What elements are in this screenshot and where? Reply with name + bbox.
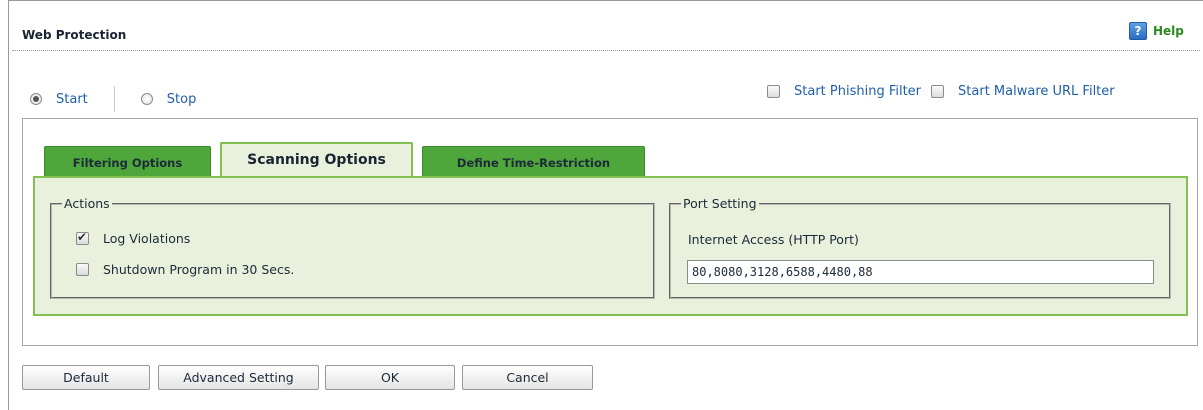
- tab-scanning-options[interactable]: Scanning Options: [220, 142, 413, 176]
- http-port-label: Internet Access (HTTP Port): [688, 232, 859, 247]
- tab-filtering-options[interactable]: Filtering Options: [44, 146, 211, 178]
- shutdown-label[interactable]: Shutdown Program in 30 Secs.: [103, 262, 294, 277]
- ok-button[interactable]: OK: [325, 365, 455, 390]
- shutdown-checkbox[interactable]: [76, 263, 89, 276]
- filter-checkboxes: Start Phishing Filter Start Malware URL …: [767, 84, 1115, 99]
- title-divider: [12, 50, 1200, 51]
- shutdown-option[interactable]: Shutdown Program in 30 Secs.: [76, 262, 294, 277]
- protection-mode-group: Start Stop: [30, 86, 196, 112]
- start-radio[interactable]: [30, 93, 42, 105]
- phishing-filter-checkbox[interactable]: [767, 85, 780, 98]
- start-radio-label[interactable]: Start: [56, 92, 88, 107]
- http-port-input[interactable]: [687, 260, 1154, 284]
- help-link[interactable]: ? Help: [1129, 22, 1184, 40]
- phishing-filter-label[interactable]: Start Phishing Filter: [794, 84, 921, 99]
- actions-group: Actions: [50, 196, 655, 299]
- log-violations-option[interactable]: Log Violations: [76, 230, 190, 246]
- actions-legend: Actions: [64, 196, 110, 211]
- malware-filter-checkbox[interactable]: [931, 85, 945, 98]
- page-title: Web Protection: [22, 28, 127, 42]
- advanced-setting-button[interactable]: Advanced Setting: [158, 365, 319, 390]
- log-violations-label[interactable]: Log Violations: [103, 231, 190, 246]
- log-violations-checkbox[interactable]: [76, 230, 89, 245]
- port-setting-legend: Port Setting: [683, 196, 757, 211]
- default-button[interactable]: Default: [22, 365, 150, 390]
- cancel-button[interactable]: Cancel: [462, 365, 593, 390]
- help-question-icon[interactable]: ?: [1129, 22, 1147, 40]
- tab-define-time-restriction[interactable]: Define Time-Restriction: [422, 146, 645, 178]
- radio-separator: [113, 86, 115, 112]
- stop-radio[interactable]: [140, 93, 153, 105]
- malware-filter-label[interactable]: Start Malware URL Filter: [958, 84, 1115, 99]
- help-label[interactable]: Help: [1153, 24, 1184, 38]
- stop-radio-label[interactable]: Stop: [167, 92, 197, 107]
